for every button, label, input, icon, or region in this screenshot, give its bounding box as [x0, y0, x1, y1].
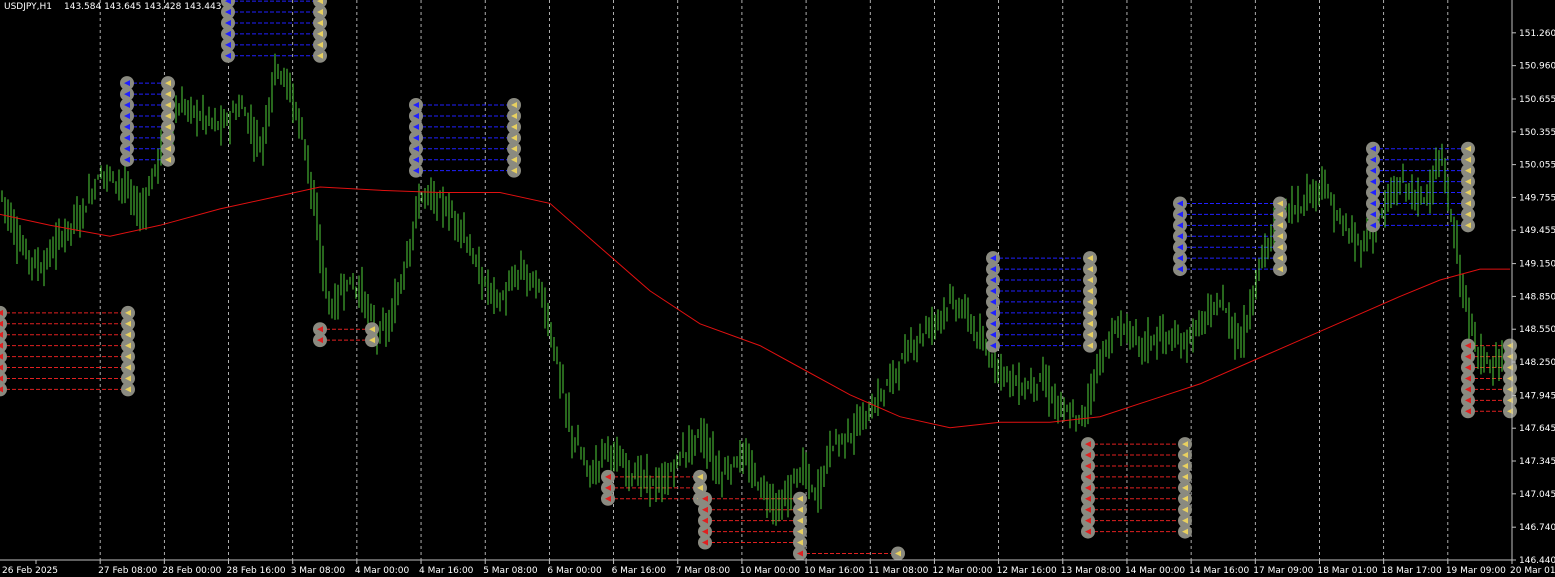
time-axis: 26 Feb 2025 27 Feb 08:00 28 Feb 00:00 28 Fe…	[0, 559, 1555, 576]
price-axis: 151.260 150.960 150.655 150.355 150.055 149.7…	[1511, 0, 1555, 566]
time-tick-label: 6 Mar 16:00	[612, 566, 667, 576]
time-tick-label: 10 Mar 00:00	[740, 566, 800, 576]
time-tick-label: 12 Mar 16:00	[997, 566, 1057, 576]
price-tick-label: 149.150	[1519, 260, 1555, 270]
price-tick-label: 147.645	[1519, 424, 1555, 434]
time-tick-label: 3 Mar 08:00	[291, 566, 346, 576]
time-tick-label: 4 Mar 00:00	[355, 566, 410, 576]
trade-markers	[0, 0, 1517, 561]
price-chart[interactable]: 151.260 150.960 150.655 150.355 150.055 149.7…	[0, 0, 1555, 577]
time-tick-label: 7 Mar 08:00	[676, 566, 731, 576]
time-tick-label: 17 Mar 09:00	[1253, 566, 1313, 576]
time-tick-label: 27 Feb 08:00	[98, 566, 157, 576]
time-tick-label: 11 Mar 08:00	[868, 566, 928, 576]
time-tick-label: 19 Mar 09:00	[1446, 566, 1506, 576]
time-tick-label: 28 Feb 00:00	[162, 566, 221, 576]
price-tick-label: 147.045	[1519, 490, 1555, 500]
time-tick-label: 10 Mar 16:00	[804, 566, 864, 576]
price-tick-label: 151.260	[1519, 29, 1555, 39]
price-tick-label: 150.960	[1519, 62, 1555, 72]
time-tick-label: 26 Feb 2025	[2, 566, 58, 576]
time-tick-label: 14 Mar 16:00	[1189, 566, 1249, 576]
candle-series	[1, 53, 1509, 526]
time-tick-label: 18 Mar 17:00	[1382, 566, 1442, 576]
time-tick-label: 6 Mar 00:00	[547, 566, 602, 576]
price-tick-label: 149.455	[1519, 226, 1555, 236]
price-tick-label: 147.345	[1519, 457, 1555, 467]
price-tick-label: 148.850	[1519, 292, 1555, 302]
price-tick-label: 150.055	[1519, 161, 1555, 171]
time-tick-label: 18 Mar 01:00	[1317, 566, 1377, 576]
price-tick-label: 146.740	[1519, 523, 1555, 533]
time-tick-label: 4 Mar 16:00	[419, 566, 474, 576]
price-tick-label: 148.250	[1519, 358, 1555, 368]
price-tick-label: 147.945	[1519, 391, 1555, 401]
time-tick-label: 12 Mar 00:00	[932, 566, 992, 576]
price-tick-label: 148.550	[1519, 325, 1555, 335]
chart-symbol: USDJPY,H1	[4, 2, 52, 12]
price-tick-label: 149.755	[1519, 193, 1555, 203]
time-tick-label: 13 Mar 08:00	[1061, 566, 1121, 576]
time-tick-label: 20 Mar 01:00	[1510, 566, 1555, 576]
price-tick-label: 150.355	[1519, 128, 1555, 138]
time-tick-label: 28 Feb 16:00	[227, 566, 286, 576]
chart-ohlc: 143.584 143.645 143.428 143.443	[64, 2, 221, 12]
price-tick-label: 150.655	[1519, 95, 1555, 105]
price-tick-label: 146.440	[1519, 556, 1555, 566]
time-tick-label: 14 Mar 00:00	[1125, 566, 1185, 576]
time-tick-label: 5 Mar 08:00	[483, 566, 538, 576]
